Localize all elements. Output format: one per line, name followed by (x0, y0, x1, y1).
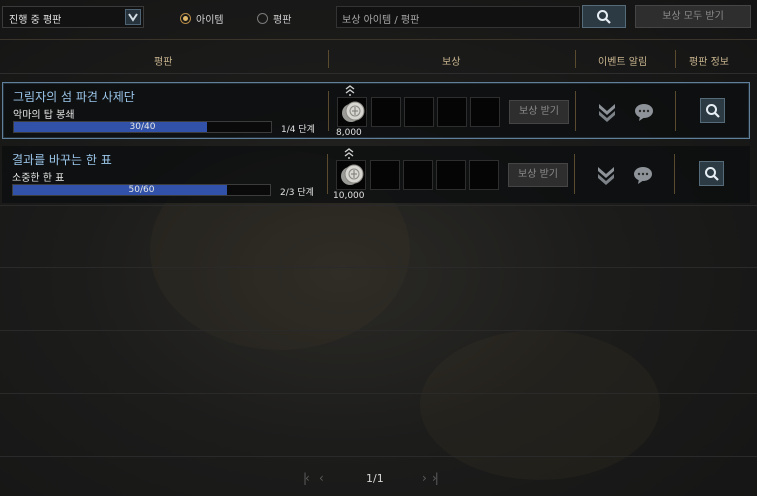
column-header-reward: 보상 (442, 57, 461, 68)
reputation-title: 그림자의 섬 파견 사제단 (13, 90, 135, 104)
column-separator (328, 91, 329, 131)
reputation-row[interactable]: 결과를 바꾸는 한 표 소중한 한 표 50/60 2/3 단계 10,000 … (2, 146, 750, 203)
chat-bubble-icon[interactable] (632, 164, 654, 186)
reward-slot[interactable] (437, 97, 467, 127)
chevron-down-icon[interactable] (125, 9, 141, 25)
progress-bar: 30/40 (13, 121, 272, 133)
column-separator (575, 91, 576, 131)
column-separator (327, 154, 328, 194)
reward-slot[interactable] (436, 160, 466, 190)
column-separator (675, 91, 676, 131)
coin-icon[interactable] (340, 99, 366, 125)
page-indicator: 1/1 (366, 472, 384, 485)
reward-slot[interactable] (370, 160, 400, 190)
radio-unselected-icon[interactable] (257, 12, 268, 24)
reputation-filter-dropdown[interactable]: 진행 중 평판 (2, 6, 144, 28)
double-chevron-down-icon[interactable] (595, 164, 617, 186)
claim-reward-button[interactable]: 보상 받기 (508, 163, 568, 187)
next-page-icon[interactable]: › (422, 471, 427, 485)
reward-slot[interactable] (371, 97, 401, 127)
search-button[interactable] (582, 5, 626, 28)
search-input[interactable]: 보상 아이템 / 평판 (336, 6, 580, 28)
search-placeholder: 보상 아이템 / 평판 (342, 15, 420, 26)
claim-reward-button[interactable]: 보상 받기 (509, 100, 569, 124)
claim-all-button[interactable]: 보상 모두 받기 (635, 5, 751, 28)
prev-page-icon[interactable]: ‹ (319, 471, 324, 485)
progress-bar: 50/60 (12, 184, 271, 196)
reputation-info-button[interactable] (700, 98, 725, 123)
last-page-icon[interactable]: ›| (432, 471, 439, 485)
column-header-event-alert: 이벤트 알림 (598, 57, 648, 68)
search-icon (597, 10, 611, 24)
column-separator (675, 50, 676, 68)
chat-bubble-icon[interactable] (633, 101, 655, 123)
dropdown-value: 진행 중 평판 (9, 15, 62, 26)
reputation-row[interactable]: 그림자의 섬 파견 사제단 악마의 탑 봉쇄 30/40 1/4 단계 8,00… (2, 82, 750, 139)
double-chevron-down-icon[interactable] (596, 101, 618, 123)
search-icon (705, 167, 719, 181)
coin-icon[interactable] (339, 162, 365, 188)
column-separator (328, 50, 329, 68)
stage-label: 2/3 단계 (280, 188, 314, 198)
row-divider (0, 330, 757, 331)
reputation-subtitle: 악마의 탑 봉쇄 (13, 110, 75, 121)
reputation-subtitle: 소중한 한 표 (12, 173, 65, 184)
column-separator (674, 154, 675, 194)
radio-reputation-label: 평판 (273, 14, 292, 26)
reputation-info-button[interactable] (699, 161, 724, 186)
radio-reputation[interactable]: 평판 (257, 10, 291, 26)
row-divider (0, 456, 757, 457)
radio-selected-icon[interactable] (180, 12, 191, 24)
column-separator (574, 154, 575, 194)
reputation-title: 결과를 바꾸는 한 표 (12, 153, 112, 167)
reward-slot[interactable] (470, 97, 500, 127)
progress-value: 30/40 (129, 122, 156, 132)
row-divider (0, 393, 757, 394)
row-divider (0, 267, 757, 268)
reward-slot[interactable] (403, 160, 433, 190)
column-header-reputation-info: 평판 정보 (689, 57, 729, 68)
divider (0, 73, 757, 74)
column-separator (575, 50, 576, 68)
first-page-icon[interactable]: |‹ (303, 471, 310, 485)
search-icon (706, 104, 720, 118)
column-header-reputation: 평판 (154, 57, 173, 68)
progress-value: 50/60 (128, 185, 155, 195)
row-divider (0, 205, 757, 206)
radio-item[interactable]: 아이템 (180, 10, 224, 26)
reward-amount: 10,000 (333, 191, 365, 201)
reward-slot[interactable] (404, 97, 434, 127)
radio-item-label: 아이템 (196, 14, 224, 26)
divider (0, 39, 757, 40)
stage-label: 1/4 단계 (281, 125, 315, 135)
reward-slot[interactable] (469, 160, 499, 190)
reward-amount: 8,000 (336, 128, 362, 138)
background-decoration (420, 330, 660, 480)
